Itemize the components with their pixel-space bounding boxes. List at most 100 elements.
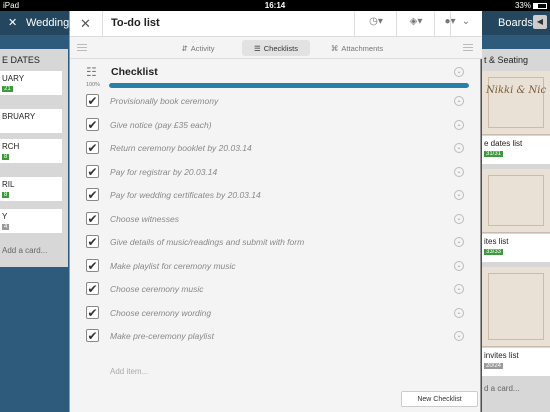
chevron-down-icon[interactable]: ⌄ bbox=[454, 96, 464, 106]
card-badge: 8 bbox=[2, 192, 10, 198]
checkbox[interactable]: ✔ bbox=[86, 305, 99, 319]
tab-label: Activity bbox=[190, 43, 215, 53]
card-cover-image[interactable] bbox=[482, 267, 550, 347]
tab-attachments[interactable]: ⌘ Attachments bbox=[322, 40, 392, 56]
chevron-down-icon[interactable]: ⌄ bbox=[454, 16, 478, 32]
menu-right-icon[interactable] bbox=[463, 44, 473, 51]
checklist-item: ✔ Provisionally book ceremony ⌄ bbox=[86, 93, 466, 113]
card-title: RIL bbox=[2, 180, 15, 189]
back-icon[interactable]: ◀ bbox=[533, 15, 547, 29]
checklist-item: ✔ Pay for registrar by 20.03.14 ⌄ bbox=[86, 164, 466, 184]
chevron-down-icon[interactable]: ⌄ bbox=[454, 307, 464, 318]
chevron-down-icon[interactable]: ⌄ bbox=[454, 284, 464, 294]
activity-icon: ⇵ bbox=[181, 43, 188, 53]
chevron-down-icon[interactable]: ⌄ bbox=[454, 260, 464, 271]
chevron-down-icon[interactable]: ⌄ bbox=[454, 331, 464, 341]
chevron-down-icon[interactable]: ⌄ bbox=[454, 143, 464, 153]
add-item-input[interactable]: Add item... bbox=[110, 367, 148, 376]
progress-fill bbox=[109, 83, 469, 88]
card-cover-image[interactable] bbox=[482, 169, 550, 233]
list-right-title: t & Seating bbox=[484, 55, 529, 65]
checklist-item-text[interactable]: Give details of music/readings and submi… bbox=[110, 237, 304, 247]
list-left: E DATES UARY 21 BRUARY RCH 8 RIL 8 Y 4 A… bbox=[0, 49, 68, 267]
card-title: ites list bbox=[484, 237, 509, 246]
checklist-item-text[interactable]: Make playlist for ceremony music bbox=[110, 261, 236, 271]
divider bbox=[396, 11, 397, 36]
checklist-item: ✔ Give notice (pay £35 each) ⌄ bbox=[86, 117, 466, 137]
chevron-down-icon[interactable]: ⌄ bbox=[454, 190, 464, 200]
checklist-item: ✔ Choose ceremony wording ⌄ bbox=[86, 305, 466, 325]
tab-activity[interactable]: ⇵ Activity bbox=[170, 40, 226, 56]
checklist-item: ✔ Choose witnesses ⌄ bbox=[86, 211, 466, 231]
card[interactable]: Y 4 bbox=[0, 209, 62, 233]
divider bbox=[102, 11, 103, 36]
divider bbox=[450, 11, 451, 36]
progress-bar bbox=[109, 83, 469, 88]
divider bbox=[354, 11, 355, 36]
checkbox[interactable]: ✔ bbox=[86, 235, 99, 248]
checklist-item-text[interactable]: Give notice (pay £35 each) bbox=[110, 120, 212, 130]
checkbox[interactable]: ✔ bbox=[86, 211, 99, 225]
close-icon[interactable]: ✕ bbox=[80, 16, 91, 32]
checklist-name[interactable]: Checklist bbox=[111, 66, 158, 78]
card[interactable]: RIL 8 bbox=[0, 177, 62, 201]
tab-checklists[interactable]: ☰ Checklists bbox=[242, 40, 310, 56]
checkbox[interactable]: ✔ bbox=[86, 164, 99, 178]
card-cover-image[interactable]: Nikki & Nic bbox=[482, 71, 550, 135]
checklist-item-text[interactable]: Pay for wedding certificates by 20.03.14 bbox=[110, 190, 261, 200]
card[interactable]: invites list 20/24 bbox=[482, 348, 550, 376]
chevron-down-icon[interactable]: ⌄ bbox=[454, 67, 464, 77]
checklist-item: ✔ Return ceremony booklet by 20.03.14 ⌄ bbox=[86, 140, 466, 160]
card[interactable]: UARY 21 bbox=[0, 71, 62, 95]
progress-percent: 100% bbox=[86, 82, 101, 88]
chevron-down-icon[interactable]: ⌄ bbox=[454, 213, 464, 224]
checklist-item: ✔ Make playlist for ceremony music ⌄ bbox=[86, 258, 466, 278]
board-close-icon[interactable]: ✕ bbox=[8, 16, 17, 29]
tab-label: Checklists bbox=[263, 43, 298, 53]
clock: 16:14 bbox=[264, 1, 286, 10]
chevron-down-icon[interactable]: ⌄ bbox=[454, 166, 464, 177]
checkbox[interactable]: ✔ bbox=[86, 117, 99, 131]
card[interactable]: ites list 33/33 bbox=[482, 234, 550, 262]
card-title: e dates list bbox=[484, 139, 523, 148]
checklist-item-text[interactable]: Pay for registrar by 20.03.14 bbox=[110, 167, 217, 177]
checklist-item-text[interactable]: Choose ceremony wording bbox=[110, 308, 211, 318]
card[interactable]: e dates list 31/31 bbox=[482, 136, 550, 164]
invitation-image bbox=[488, 175, 544, 226]
card[interactable]: BRUARY bbox=[0, 109, 62, 133]
paperclip-icon: ⌘ bbox=[330, 43, 339, 53]
checkbox[interactable]: ✔ bbox=[86, 282, 99, 295]
checklist-item-text[interactable]: Provisionally book ceremony bbox=[110, 96, 218, 106]
card-title: invites list bbox=[484, 351, 519, 360]
card-badge: 20/24 bbox=[484, 363, 504, 369]
clock-icon[interactable]: ◷▾ bbox=[360, 16, 392, 32]
add-card-link[interactable]: d a card... bbox=[484, 384, 520, 393]
card-title[interactable]: To-do list bbox=[111, 17, 160, 29]
list-left-title: E DATES bbox=[2, 55, 40, 65]
checkbox[interactable]: ✔ bbox=[86, 188, 99, 201]
list-icon: ☷ bbox=[86, 65, 97, 79]
card-badge: 8 bbox=[2, 154, 10, 160]
checklist-item-text[interactable]: Choose witnesses bbox=[110, 214, 179, 224]
card[interactable]: RCH 8 bbox=[0, 139, 62, 163]
chevron-down-icon[interactable]: ⌄ bbox=[454, 119, 464, 130]
add-card-link[interactable]: Add a card... bbox=[2, 246, 47, 255]
checklist-item-text[interactable]: Make pre-ceremony playlist bbox=[110, 331, 214, 341]
checklist-item-text[interactable]: Return ceremony booklet by 20.03.14 bbox=[110, 143, 252, 153]
checkbox[interactable]: ✔ bbox=[86, 258, 99, 272]
checklist-item-text[interactable]: Choose ceremony music bbox=[110, 284, 204, 294]
card-badge: 4 bbox=[2, 224, 10, 230]
checkbox[interactable]: ✔ bbox=[86, 141, 99, 154]
new-checklist-button[interactable]: New Checklist bbox=[401, 391, 478, 407]
tab-bar: ⇵ Activity ☰ Checklists ⌘ Attachments bbox=[70, 37, 482, 59]
checkbox[interactable]: ✔ bbox=[86, 329, 99, 342]
image-caption: Nikki & Nic bbox=[486, 85, 547, 96]
tab-label: Attachments bbox=[341, 43, 384, 53]
boards-button[interactable]: Boards bbox=[498, 17, 533, 29]
checklist-icon: ☰ bbox=[254, 43, 261, 53]
battery-status: 33% bbox=[515, 1, 547, 10]
card-detail-modal: ✕ To-do list ◷▾ ◈▾ ●▾ ⌄ ⇵ Activity ☰ Che… bbox=[69, 11, 482, 412]
checkbox[interactable]: ✔ bbox=[86, 94, 99, 107]
menu-left-icon[interactable] bbox=[77, 44, 87, 51]
chevron-down-icon[interactable]: ⌄ bbox=[454, 237, 464, 247]
